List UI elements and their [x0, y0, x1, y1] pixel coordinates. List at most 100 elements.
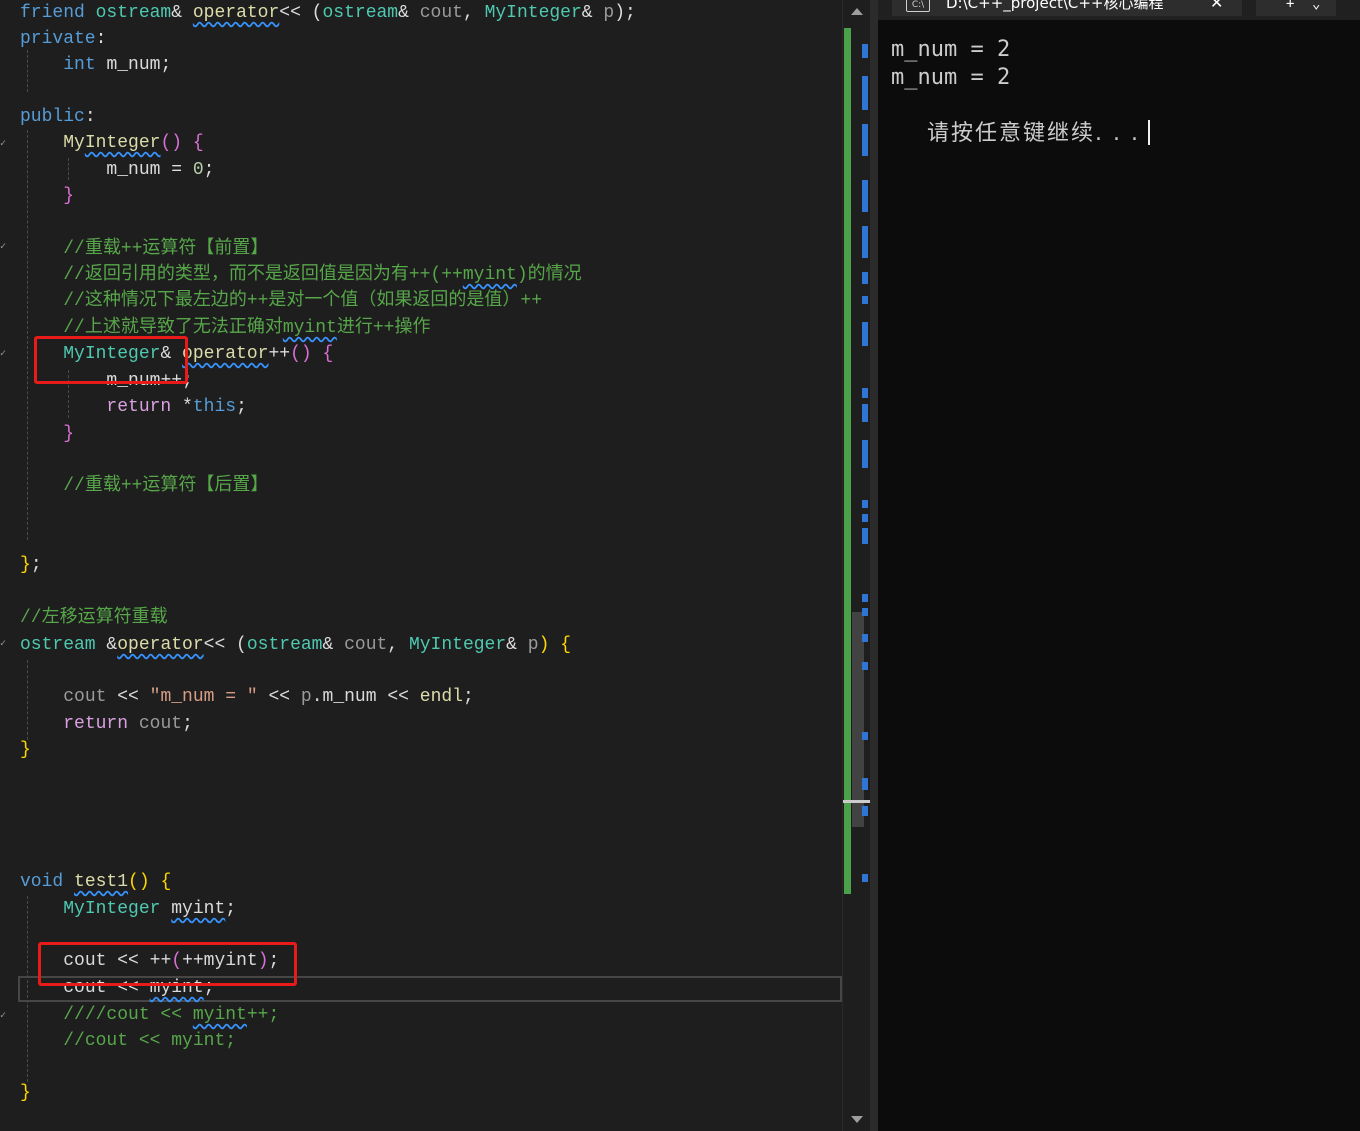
- fold-marker[interactable]: ✓: [0, 139, 6, 149]
- window-gap: [870, 0, 878, 1131]
- console-output-line: m_num = 2: [891, 65, 1011, 90]
- code-token: return: [106, 397, 172, 417]
- text-cursor: [1147, 120, 1150, 145]
- code-token: << (: [203, 635, 247, 655]
- code-token: myint: [282, 318, 337, 338]
- code-token: m_num: [106, 55, 161, 75]
- code-line[interactable]: cout << "m_num = " << p.m_num << endl;: [20, 684, 474, 710]
- code-line[interactable]: //这种情况下最左边的++是对一个值（如果返回的是值）++: [20, 288, 542, 314]
- code-line[interactable]: }: [20, 183, 74, 209]
- code-token: //重载++运算符【前置】: [63, 239, 269, 259]
- console-window[interactable]: C:\ D:\C++_project\C++核心编程 ✕ + ⌄ m_num =…: [878, 0, 1360, 1131]
- code-token: ;: [236, 397, 247, 417]
- code-token: {: [192, 133, 204, 153]
- error-marker: [862, 874, 868, 882]
- code-token: );: [614, 3, 636, 23]
- code-token: myint: [462, 265, 517, 285]
- code-line[interactable]: //重载++运算符【前置】: [20, 236, 268, 262]
- code-token: MyInteger: [408, 635, 507, 655]
- code-token: }: [20, 1083, 31, 1103]
- code-line[interactable]: }: [20, 421, 74, 447]
- change-tracking-bar: [844, 28, 851, 894]
- code-line[interactable]: //重载++运算符【后置】: [20, 473, 268, 499]
- code-token: ,: [462, 3, 485, 23]
- code-token: operator: [117, 635, 204, 655]
- plus-icon[interactable]: +: [1286, 0, 1294, 14]
- code-token: <<: [106, 687, 150, 707]
- code-line[interactable]: return *this;: [20, 394, 247, 420]
- code-token: cout: [344, 635, 388, 655]
- code-token: ;: [462, 687, 474, 707]
- code-line[interactable]: }: [20, 1080, 31, 1106]
- code-token: this: [192, 397, 237, 417]
- code-token: //这种情况下最左边的++是对一个值（如果返回的是值）++: [63, 291, 543, 311]
- code-token: myint: [192, 1005, 247, 1025]
- code-token: ostream: [322, 3, 399, 23]
- console-tab[interactable]: C:\ D:\C++_project\C++核心编程 ✕: [892, 0, 1242, 16]
- code-line[interactable]: };: [20, 552, 42, 578]
- close-icon[interactable]: ✕: [1210, 0, 1223, 14]
- press-any-key-text: 请按任意键继续. . .: [926, 121, 1140, 146]
- code-token: *: [171, 397, 193, 417]
- code-line[interactable]: //左移运算符重载: [20, 605, 168, 631]
- code-line[interactable]: }: [20, 737, 31, 763]
- code-line[interactable]: private:: [20, 26, 106, 52]
- code-token: public: [20, 107, 85, 127]
- fold-marker[interactable]: ✓: [0, 349, 6, 359]
- code-token: 进行++操作: [336, 318, 431, 338]
- vertical-scrollbar[interactable]: [842, 0, 871, 1131]
- code-line[interactable]: return cout;: [20, 711, 193, 737]
- scroll-down-arrow-icon[interactable]: [851, 1116, 863, 1123]
- chevron-down-icon[interactable]: ⌄: [1312, 0, 1320, 14]
- fold-marker[interactable]: ✓: [0, 639, 6, 649]
- code-token: test1: [74, 872, 129, 892]
- code-token: {: [322, 344, 334, 364]
- code-line[interactable]: int m_num;: [20, 52, 171, 78]
- code-token: ;: [30, 555, 42, 575]
- code-token: ++;: [246, 1005, 280, 1025]
- code-line[interactable]: ostream &operator<< (ostream& cout, MyIn…: [20, 632, 571, 658]
- code-token: return: [63, 714, 129, 734]
- code-line[interactable]: MyInteger myint;: [20, 896, 236, 922]
- scrollbar-thumb[interactable]: [852, 612, 864, 827]
- code-token: (): [290, 344, 312, 364]
- tab-title: D:\C++_project\C++核心编程: [946, 0, 1164, 12]
- code-token: {: [560, 635, 572, 655]
- fold-marker[interactable]: ✓: [0, 242, 6, 252]
- scroll-up-arrow-icon[interactable]: [851, 8, 863, 15]
- code-token: ;: [182, 714, 193, 734]
- code-token: &: [506, 635, 528, 655]
- code-line[interactable]: void test1() {: [20, 869, 171, 895]
- code-editor[interactable]: ✓ ✓ ✓ ✓ ✓ friend ostream& operator<< (os…: [0, 0, 842, 1131]
- code-line[interactable]: friend ostream& operator<< (ostream& cou…: [20, 0, 636, 26]
- code-token: {: [160, 872, 172, 892]
- code-token: <<: [257, 687, 301, 707]
- error-marker: [862, 500, 868, 508]
- code-token: //cout << myint;: [63, 1031, 237, 1051]
- error-marker: [862, 226, 868, 258]
- fold-marker[interactable]: ✓: [0, 1011, 6, 1021]
- code-line[interactable]: MyInteger() {: [20, 130, 204, 156]
- terminal-icon: C:\: [906, 0, 930, 12]
- code-token: cout: [63, 687, 107, 707]
- code-token: &: [398, 3, 420, 23]
- code-line[interactable]: //cout << myint;: [20, 1028, 236, 1054]
- scroll-position-indicator: [843, 800, 871, 803]
- error-marker: [862, 404, 868, 422]
- code-line[interactable]: public:: [20, 104, 96, 130]
- code-line[interactable]: ////cout << myint++;: [20, 1002, 279, 1028]
- code-token: operator: [192, 3, 280, 23]
- code-token: ,: [387, 635, 409, 655]
- code-line[interactable]: m_num = 0;: [20, 157, 214, 183]
- code-line[interactable]: //返回引用的类型，而不是返回值是因为有++(++myint)的情况: [20, 262, 581, 288]
